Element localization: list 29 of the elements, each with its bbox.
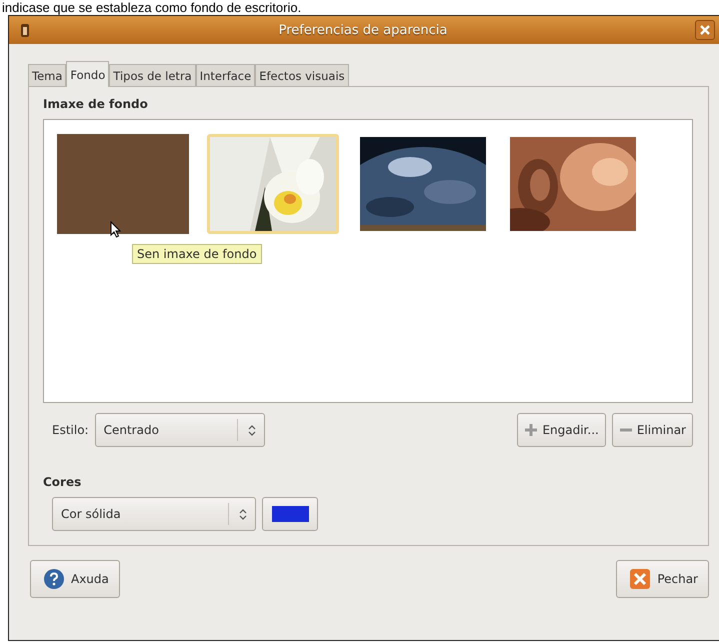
mouse-cursor-icon [110,221,121,238]
close-dialog-button[interactable]: Pechar [616,560,709,598]
section-heading: Cores [43,475,82,489]
plus-icon [524,423,538,437]
style-dropdown[interactable]: Centrado [94,413,265,447]
tooltip: Sen imaxe de fondo [132,244,262,264]
section-heading: Imaxe de fondo [43,97,149,111]
color-picker-button[interactable] [262,497,318,531]
style-label: Estilo: [52,423,89,437]
window-menu-icon[interactable] [19,22,31,38]
tab[interactable]: Tema [28,64,66,86]
remove-button[interactable]: Eliminar [612,413,693,447]
add-button[interactable]: Engadir... [517,413,606,447]
wallpaper-thumbnail[interactable] [57,134,189,234]
help-icon [43,568,65,590]
close-button[interactable] [695,20,715,40]
window-title: Preferencias de aparencia [278,22,448,38]
updown-arrows-icon [239,508,247,520]
updown-arrows-icon [248,424,256,436]
tab[interactable]: Tipos de letra [109,64,196,86]
close-icon [700,25,710,35]
help-button[interactable]: Axuda [30,560,120,598]
tab[interactable]: Fondo [66,61,110,87]
tab[interactable]: Interface [196,64,256,86]
tab[interactable]: Efectos visuais [255,64,349,86]
caption-text: indicase que se estableza como fondo de escritorio. [1,0,302,15]
color-mode-dropdown[interactable]: Cor sólida [52,497,256,531]
minus-icon [618,428,633,432]
close-icon [629,568,652,590]
